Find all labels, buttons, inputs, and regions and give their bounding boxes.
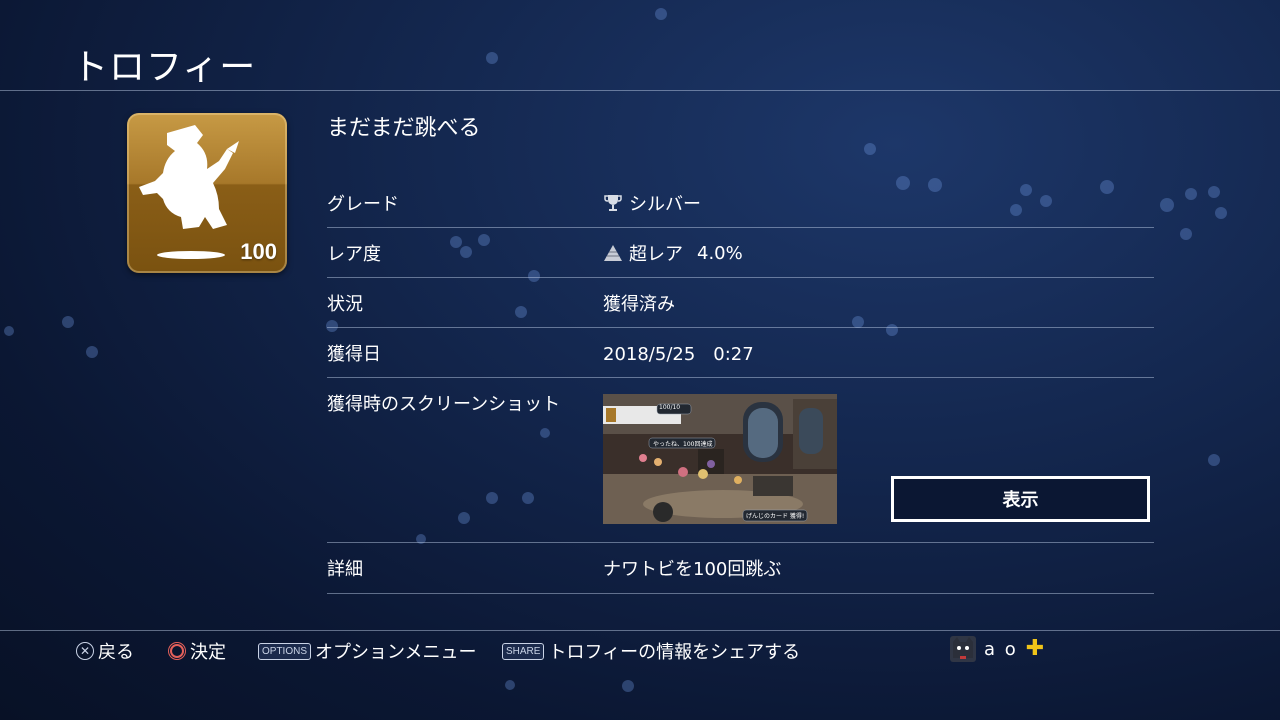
- detail-label: 詳細: [327, 559, 363, 580]
- trophy-name: まだまだ跳べる: [327, 116, 481, 141]
- share-button-icon: SHARE: [502, 642, 545, 660]
- grade-value-group: シルバー: [603, 190, 701, 216]
- grade-value: シルバー: [629, 194, 701, 215]
- detail-row: 詳細 ナワトビを100回跳ぶ: [327, 543, 1154, 594]
- user-name: a o: [984, 638, 1018, 660]
- user-info: a o ✚: [950, 636, 1044, 662]
- rarity-value: 超レア: [629, 244, 683, 265]
- rarity-label: レア度: [327, 244, 381, 265]
- date-row: 獲得日 2018/5/25 0:27: [327, 328, 1154, 378]
- circle-button-icon: [168, 642, 186, 660]
- status-value: 獲得済み: [603, 294, 675, 315]
- grade-label: グレード: [327, 194, 399, 215]
- overlay-message: やったね、100回達成: [653, 441, 713, 448]
- game-scene-image: [603, 394, 837, 524]
- trophy-detail-table: グレード シルバー レア度 超レア 4.0% 状況 獲得済み 獲得日 2018/…: [327, 178, 1154, 594]
- date-label: 獲得日: [327, 344, 381, 365]
- share-hint[interactable]: SHARE トロフィーの情報をシェアする: [502, 638, 800, 664]
- status-row: 状況 獲得済み: [327, 278, 1154, 328]
- rarity-value-group: 超レア 4.0%: [603, 240, 743, 266]
- options-hint[interactable]: OPTIONS オプションメニュー: [258, 638, 476, 664]
- footer-divider: [0, 630, 1280, 631]
- page-title: トロフィー: [72, 47, 257, 88]
- avatar: [950, 636, 976, 662]
- options-label: オプションメニュー: [315, 642, 477, 663]
- title-divider: [0, 90, 1280, 91]
- trophy-icon: 100: [127, 113, 287, 273]
- silver-trophy-icon: [604, 195, 622, 211]
- screenshot-row: 獲得時のスクリーンショット 100/10 やったね、100回達成 げんじのカード…: [327, 378, 1154, 543]
- options-button-icon: OPTIONS: [258, 642, 312, 660]
- date-value: 2018/5/25 0:27: [603, 344, 754, 365]
- share-label: トロフィーの情報をシェアする: [548, 642, 801, 663]
- rarity-pyramid-icon: [604, 245, 622, 261]
- view-screenshot-button[interactable]: 表示: [891, 476, 1150, 522]
- overlay-count-badge: 100/10: [659, 404, 681, 411]
- detail-value: ナワトビを100回跳ぶ: [603, 559, 782, 580]
- screenshot-thumbnail[interactable]: 100/10 やったね、100回達成 げんじのカード 獲得!: [603, 394, 837, 524]
- plus-membership-icon: ✚: [1025, 636, 1045, 661]
- confirm-hint[interactable]: 決定: [168, 638, 226, 664]
- status-label: 状況: [327, 294, 363, 315]
- back-label: 戻る: [98, 642, 134, 663]
- grade-row: グレード シルバー: [327, 178, 1154, 228]
- overlay-item-banner: げんじのカード 獲得!: [746, 513, 805, 520]
- cross-button-icon: ✕: [76, 642, 94, 660]
- rarity-percent: 4.0%: [697, 242, 743, 264]
- cat-avatar-icon: [953, 637, 973, 659]
- screenshot-label: 獲得時のスクリーンショット: [327, 394, 561, 415]
- trophy-icon-count: 100: [240, 239, 277, 264]
- back-hint[interactable]: ✕ 戻る: [76, 638, 134, 664]
- confirm-label: 決定: [190, 642, 226, 663]
- footer-hint-bar: ✕ 戻る 決定 OPTIONS オプションメニュー SHARE トロフィーの情報…: [0, 636, 1280, 666]
- rarity-row: レア度 超レア 4.0%: [327, 228, 1154, 278]
